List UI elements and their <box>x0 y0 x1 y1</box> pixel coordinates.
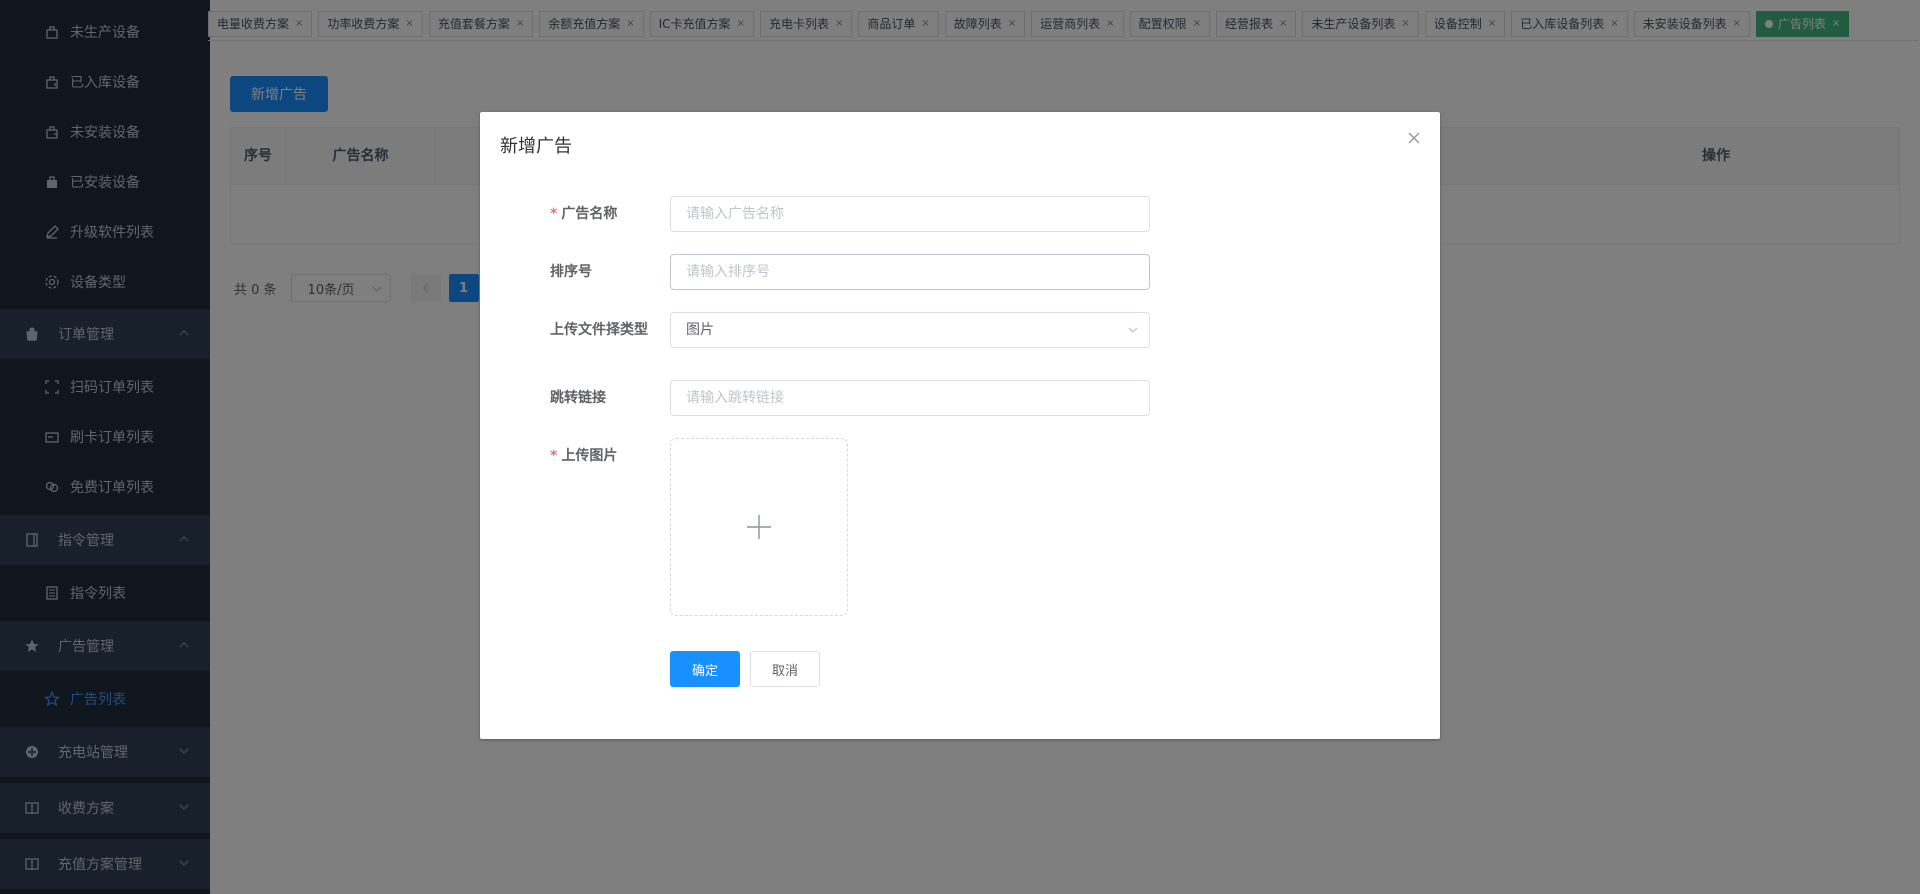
name-label-text: 广告名称 <box>561 206 618 222</box>
ad-name-input[interactable] <box>670 196 1150 232</box>
dialog-title: 新增广告 <box>500 136 572 157</box>
confirm-button[interactable]: 确定 <box>670 651 740 687</box>
form-row-image: * 上传图片 <box>480 438 1440 474</box>
plus-icon <box>747 515 771 539</box>
link-input[interactable] <box>670 380 1150 416</box>
chevron-down-icon <box>1128 327 1138 333</box>
form-row-link: 跳转链接 <box>480 380 1440 416</box>
file-type-value: 图片 <box>686 322 714 338</box>
form-row-name: * 广告名称 <box>480 196 1440 232</box>
image-label-text: 上传图片 <box>561 448 618 464</box>
add-ad-dialog: 新增广告 *广告名称 排序号 上传文件择类型 图片 跳转链接 *上传图片 确定 … <box>480 112 1440 739</box>
image-uploader[interactable] <box>670 438 848 616</box>
close-icon[interactable] <box>1406 130 1422 146</box>
file-type-select[interactable]: 图片 <box>670 312 1150 348</box>
link-label: 跳转链接 <box>550 380 660 416</box>
sort-label-text: 排序号 <box>550 264 592 280</box>
sort-number-input[interactable] <box>670 254 1150 290</box>
file-type-label-text: 上传文件择类型 <box>550 322 648 338</box>
required-mark: * <box>550 206 558 222</box>
link-label-text: 跳转链接 <box>550 390 606 406</box>
image-label: * 上传图片 <box>550 438 660 474</box>
cancel-button[interactable]: 取消 <box>750 651 820 687</box>
required-mark: * <box>550 448 558 464</box>
name-label: * 广告名称 <box>550 196 660 232</box>
form-row-sort: 排序号 <box>480 254 1440 290</box>
sort-label: 排序号 <box>550 254 660 290</box>
form-row-file-type: 上传文件择类型 图片 <box>480 312 1440 348</box>
file-type-label: 上传文件择类型 <box>550 312 660 348</box>
